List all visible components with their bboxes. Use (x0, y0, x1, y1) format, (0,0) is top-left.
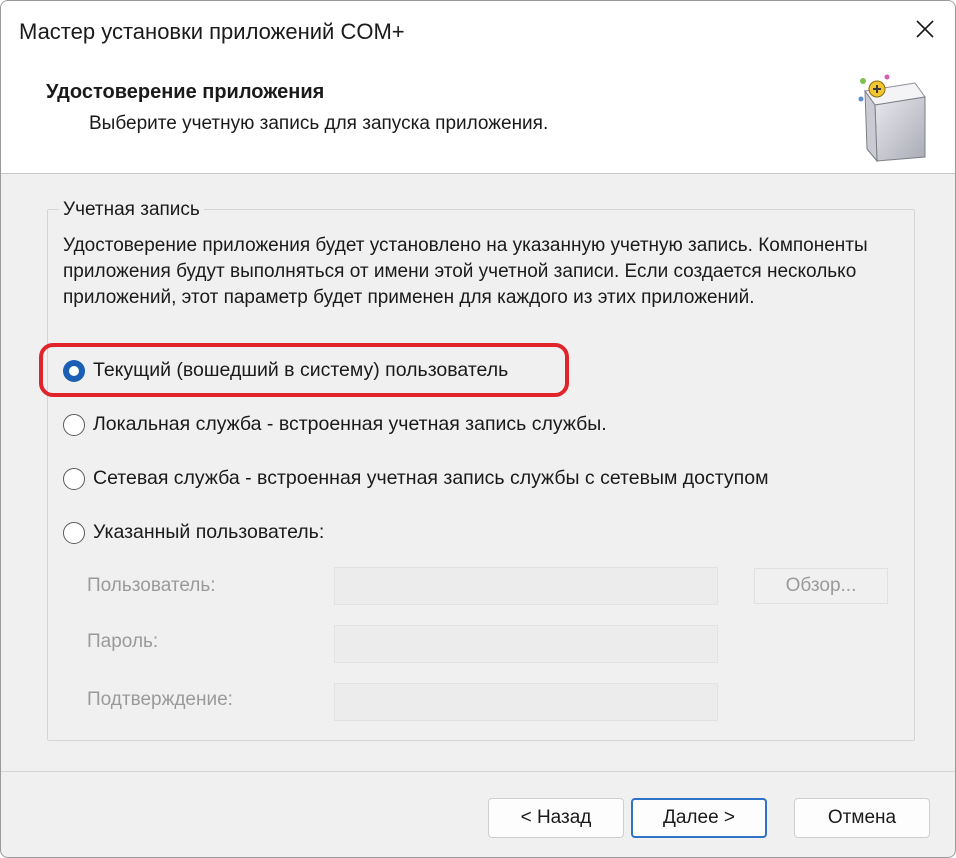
radio-local-service[interactable]: Локальная служба - встроенная учетная за… (63, 413, 607, 436)
radio-label: Сетевая служба - встроенная учетная запи… (93, 467, 769, 489)
radio-label: Локальная служба - встроенная учетная за… (93, 413, 607, 435)
radio-button[interactable] (63, 521, 85, 544)
footer-divider (1, 771, 955, 772)
page-subtitle: Выберите учетную запись для запуска прил… (89, 113, 549, 134)
radio-button-checked[interactable] (63, 359, 85, 382)
radio-button[interactable] (63, 467, 85, 490)
wizard-window: Мастер установки приложений COM+ Удостов… (0, 0, 956, 858)
close-button[interactable] (905, 9, 945, 49)
page-title: Удостоверение приложения (46, 81, 325, 103)
password-input[interactable] (334, 625, 718, 663)
radio-label: Текущий (вошедший в систему) пользовател… (93, 359, 509, 381)
radio-label: Указанный пользователь: (93, 521, 325, 543)
radio-specified-user[interactable]: Указанный пользователь: (63, 521, 324, 544)
user-field-label: Пользователь: (87, 575, 216, 596)
account-description: Удостоверение приложения будет установле… (63, 235, 868, 308)
browse-button[interactable]: Обзор... (754, 568, 888, 604)
user-input[interactable] (334, 567, 718, 605)
radio-network-service[interactable]: Сетевая служба - встроенная учетная запи… (63, 467, 768, 490)
title-bar: Мастер установки приложений COM+ (1, 1, 955, 61)
wizard-header: Удостоверение приложения Выберите учетну… (1, 61, 955, 174)
radio-button[interactable] (63, 413, 85, 436)
confirm-password-input[interactable] (334, 683, 718, 721)
account-group-legend: Учетная запись (59, 199, 204, 221)
back-button[interactable]: < Назад (488, 798, 624, 838)
password-field-label: Пароль: (87, 631, 159, 652)
close-icon (916, 20, 934, 38)
next-button[interactable]: Далее > (631, 798, 767, 838)
confirm-field-label: Подтверждение: (87, 689, 233, 710)
window-title: Мастер установки приложений COM+ (19, 19, 405, 44)
com-package-icon (858, 74, 926, 163)
radio-current-user[interactable]: Текущий (вошедший в систему) пользовател… (63, 359, 508, 382)
cancel-button[interactable]: Отмена (794, 798, 930, 838)
